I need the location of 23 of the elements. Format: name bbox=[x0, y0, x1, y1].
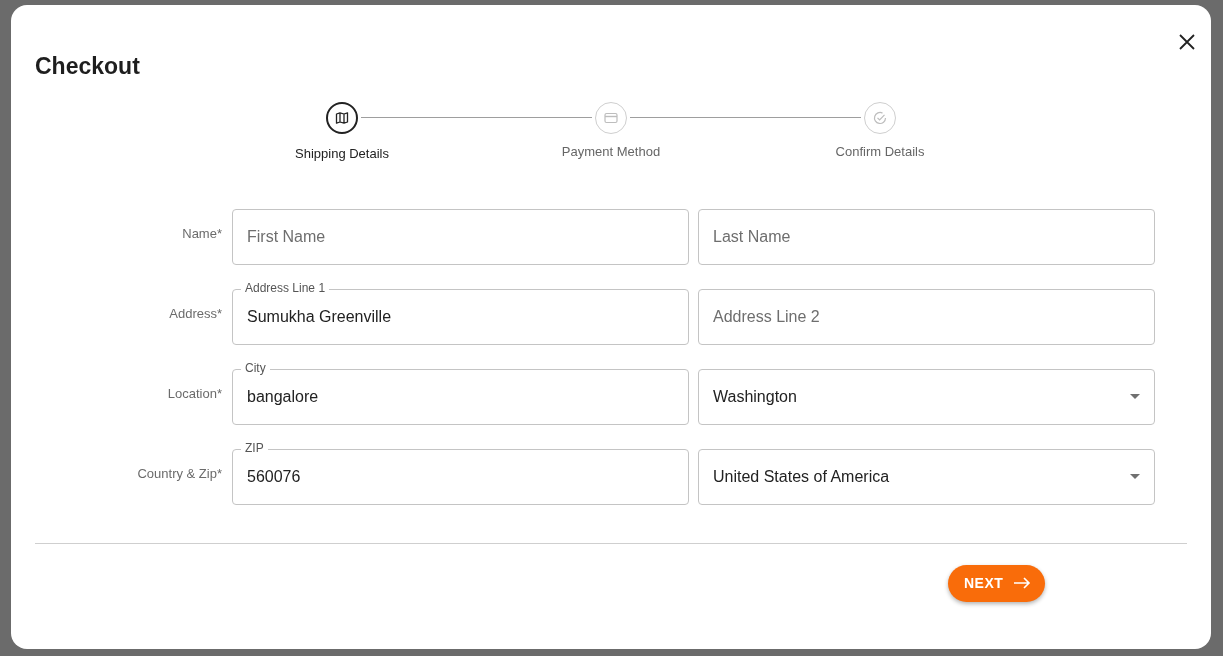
input-field[interactable]: Last Name bbox=[698, 208, 1155, 265]
field-label: Country & Zip* bbox=[137, 465, 222, 481]
step-label: Payment Method bbox=[561, 143, 661, 161]
field-label: Name* bbox=[182, 225, 222, 241]
credit-card-icon bbox=[604, 111, 618, 124]
step-label: Shipping Details bbox=[295, 145, 389, 161]
floating-label: ZIP bbox=[241, 440, 268, 455]
field-label: Address* bbox=[169, 305, 222, 321]
dropdown-field[interactable]: Washington bbox=[698, 368, 1155, 425]
floating-label: City bbox=[241, 360, 270, 375]
step-circle[interactable] bbox=[326, 101, 358, 134]
check-circle-icon bbox=[873, 110, 887, 125]
input-field[interactable]: First Name bbox=[232, 208, 689, 265]
input-field[interactable]: Address Line 2 bbox=[698, 288, 1155, 345]
floating-label: Address Line 1 bbox=[241, 280, 330, 295]
dropdown-caret-icon bbox=[1130, 394, 1140, 400]
dropdown-field[interactable]: United States of America bbox=[698, 448, 1155, 505]
map-icon bbox=[335, 110, 349, 125]
step-label: Confirm Details bbox=[835, 143, 925, 161]
dropdown-caret-icon bbox=[1130, 474, 1140, 480]
arrow-right-icon bbox=[1013, 577, 1032, 590]
dialog-title: Checkout bbox=[35, 52, 140, 81]
field-label: Location* bbox=[167, 385, 222, 401]
